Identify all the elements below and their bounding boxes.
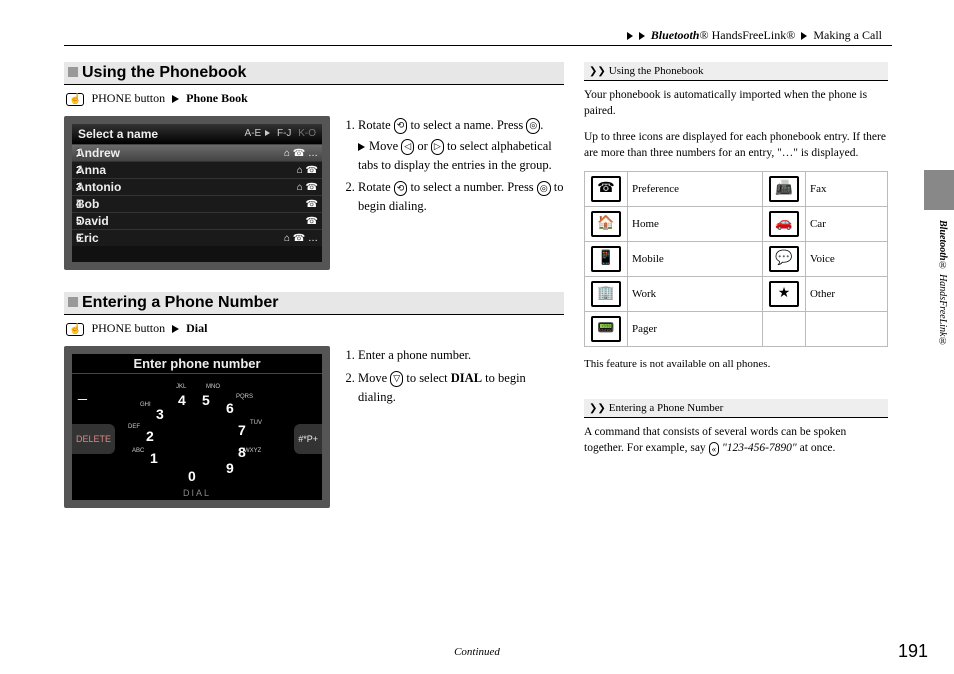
tri-icon	[358, 143, 365, 151]
name-list: 1Andrew⌂ ☎ … 2Anna⌂ ☎ 3Antonio⌂ ☎ 4Bob☎ …	[72, 145, 322, 246]
sidebar-heading: ❯❯Using the Phonebook	[584, 62, 888, 81]
tri-icon	[639, 32, 645, 40]
section-title-dial: Entering a Phone Number	[64, 292, 564, 315]
continued-label: Continued	[454, 646, 500, 658]
rotate-icon: ⟲	[394, 118, 408, 134]
alpha-tabs: A-E F-J K-O	[243, 128, 318, 139]
fax-icon: 📠	[769, 176, 799, 202]
dial-wheel: 4 5 6 3 7 2 8 1 9 0 JKL MNO GHI	[132, 394, 262, 494]
voice-icon: 💬	[769, 246, 799, 272]
breadcrumb: Bluetooth® HandsFreeLink® Making a Call	[64, 28, 892, 46]
car-icon: 🚗	[769, 211, 799, 237]
sidebar-column: ❯❯Using the Phonebook Your phonebook is …	[584, 62, 888, 530]
steps-dial: Enter a phone number. Move ▽ to select D…	[342, 346, 564, 508]
page-number: 191	[898, 641, 928, 662]
move-down-icon: ▽	[390, 371, 403, 387]
home-icon: 🏠	[591, 211, 621, 237]
voice-icon: «	[709, 442, 720, 457]
main-column: Using the Phonebook ☝ PHONE button Phone…	[64, 62, 564, 530]
manual-page: Bluetooth® HandsFreeLink® Bluetooth® Han…	[0, 0, 954, 674]
step-1: Enter a phone number.	[358, 346, 564, 365]
step-2: Rotate ⟲ to select a number. Press ◎ to …	[358, 178, 564, 216]
pound-button: #*P+	[294, 424, 322, 454]
pointer-icon: ☝	[66, 323, 84, 336]
screenshot-phonebook: Select a name A-E F-J K-O 1Andrew⌂ ☎ … 2…	[64, 116, 330, 270]
screenshot-dial: Enter phone number _ DELETE #*P+ DIAL 4 …	[64, 346, 330, 508]
step-1: Rotate ⟲ to select a name. Press ◎. Move…	[358, 116, 564, 174]
tri-icon	[801, 32, 807, 40]
tri-icon	[172, 325, 179, 333]
screen-title: Enter phone number	[72, 354, 322, 374]
icon-legend-table: ☎Preference 📠Fax 🏠Home 🚗Car 📱Mobile 💬Voi…	[584, 171, 888, 347]
preference-icon: ☎	[591, 176, 621, 202]
vertical-section-label: Bluetooth® HandsFreeLink®	[937, 220, 948, 347]
steps-phonebook: Rotate ⟲ to select a name. Press ◎. Move…	[342, 116, 564, 270]
nav-path: ☝ PHONE button Dial	[66, 321, 564, 336]
press-icon: ◎	[526, 118, 540, 134]
work-icon: 🏢	[591, 281, 621, 307]
sidebar-heading: ❯❯Entering a Phone Number	[584, 399, 888, 418]
delete-button: DELETE	[72, 424, 115, 454]
tri-icon	[627, 32, 633, 40]
rotate-icon: ⟲	[394, 181, 408, 197]
nav-path: ☝ PHONE button Phone Book	[66, 91, 564, 106]
tri-icon	[172, 95, 179, 103]
sidebar-text: Your phonebook is automatically imported…	[584, 87, 888, 119]
section-title-phonebook: Using the Phonebook	[64, 62, 564, 85]
sidebar-text: A command that consists of several words…	[584, 424, 888, 456]
other-icon: ★	[769, 281, 799, 307]
sidebar-text: Up to three icons are displayed for each…	[584, 129, 888, 161]
sidebar-footnote: This feature is not available on all pho…	[584, 358, 888, 370]
edge-tab	[924, 170, 954, 210]
press-icon: ◎	[537, 181, 551, 197]
pointer-icon: ☝	[66, 93, 84, 106]
step-2: Move ▽ to select DIAL to begin dialing.	[358, 369, 564, 407]
pager-icon: 📟	[591, 316, 621, 342]
mobile-icon: 📱	[591, 246, 621, 272]
